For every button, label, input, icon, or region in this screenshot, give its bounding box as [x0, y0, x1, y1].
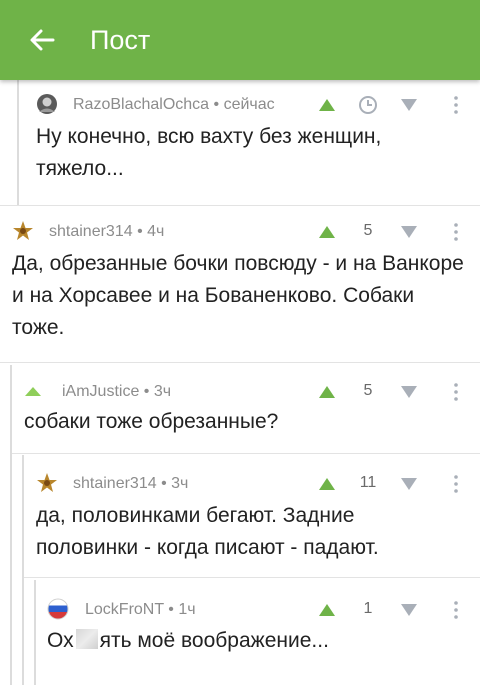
comment-rating: 5 — [363, 382, 373, 399]
downvote-triangle-icon[interactable] — [399, 382, 419, 402]
comment-text: Да, обрезанные бочки повсюду - и на Ванк… — [12, 252, 464, 339]
comment-divider — [0, 362, 480, 363]
comment-text-end: ять моё воображение... — [99, 629, 329, 652]
downvote-triangle-icon[interactable] — [399, 600, 419, 620]
thread-line — [34, 580, 36, 685]
comment-divider — [24, 577, 480, 578]
comment-author[interactable]: shtainer314 • 3ч — [73, 475, 188, 493]
upvote-triangle-icon[interactable] — [317, 600, 337, 620]
author-name: RazoBlachalOchca — [73, 96, 210, 113]
comment-rating: 1 — [363, 600, 373, 617]
downvote-triangle-icon[interactable] — [399, 95, 419, 115]
comment-rating: 5 — [363, 222, 373, 239]
downvote-triangle-icon[interactable] — [399, 474, 419, 494]
comment-header: shtainer314 • 3ч 11 — [0, 472, 480, 496]
comment-text: собаки тоже обрезанные? — [24, 410, 279, 433]
comment-text-start: Ох — [47, 629, 74, 652]
photo-avatar-icon[interactable] — [36, 93, 58, 115]
comment-header: LockFroNT • 1ч 1 — [0, 598, 480, 622]
comment-header: RazoBlachalOchca • сейчас — [0, 93, 480, 117]
triangle-avatar-icon[interactable] — [22, 380, 44, 402]
star-emblem-avatar-icon[interactable] — [12, 220, 34, 242]
comment-author[interactable]: RazoBlachalOchca • сейчас — [73, 96, 275, 114]
comment-text: Ну конечно, всю вахту без женщин, тяжело… — [36, 125, 382, 180]
author-name: shtainer314 — [49, 223, 133, 240]
more-vertical-icon[interactable] — [450, 95, 462, 115]
app-bar: Пост — [0, 0, 480, 80]
author-name: LockFroNT — [85, 601, 164, 618]
comment-divider — [0, 205, 480, 206]
comment-author[interactable]: iAmJustice • 3ч — [62, 383, 171, 401]
more-vertical-icon[interactable] — [450, 222, 462, 242]
comment-header: shtainer314 • 4ч 5 — [0, 220, 480, 244]
star-emblem-avatar-icon[interactable] — [36, 472, 58, 494]
comment-text: да, половинками бегают. Задние половинки… — [36, 504, 379, 559]
comment-header: iAmJustice • 3ч 5 — [0, 380, 480, 404]
comment-author[interactable]: shtainer314 • 4ч — [49, 223, 164, 241]
thread-line — [10, 365, 12, 685]
comment-time: 1ч — [178, 601, 196, 618]
upvote-triangle-icon[interactable] — [317, 474, 337, 494]
comment-time: 4ч — [147, 223, 165, 240]
arrow-left-icon — [30, 29, 55, 51]
upvote-triangle-icon[interactable] — [317, 382, 337, 402]
author-name: iAmJustice — [62, 383, 140, 400]
comment-rating: 11 — [359, 474, 377, 491]
page-title: Пост — [90, 25, 151, 55]
comment-divider — [12, 453, 480, 454]
censored-word — [75, 629, 98, 649]
clock-icon — [359, 96, 377, 114]
more-vertical-icon[interactable] — [450, 600, 462, 620]
upvote-triangle-icon[interactable] — [317, 95, 337, 115]
comment-author[interactable]: LockFroNT • 1ч — [85, 601, 196, 619]
back-button[interactable] — [26, 24, 58, 56]
more-vertical-icon[interactable] — [450, 382, 462, 402]
comment-text: Ох ять моё воображение... — [47, 625, 467, 657]
author-name: shtainer314 — [73, 475, 157, 492]
downvote-triangle-icon[interactable] — [399, 222, 419, 242]
upvote-triangle-icon[interactable] — [317, 222, 337, 242]
more-vertical-icon[interactable] — [450, 474, 462, 494]
comment-time: сейчас — [223, 96, 275, 113]
flag-avatar-icon[interactable] — [47, 598, 69, 620]
comment-time: 3ч — [153, 383, 172, 400]
comment-time: 3ч — [171, 475, 189, 492]
